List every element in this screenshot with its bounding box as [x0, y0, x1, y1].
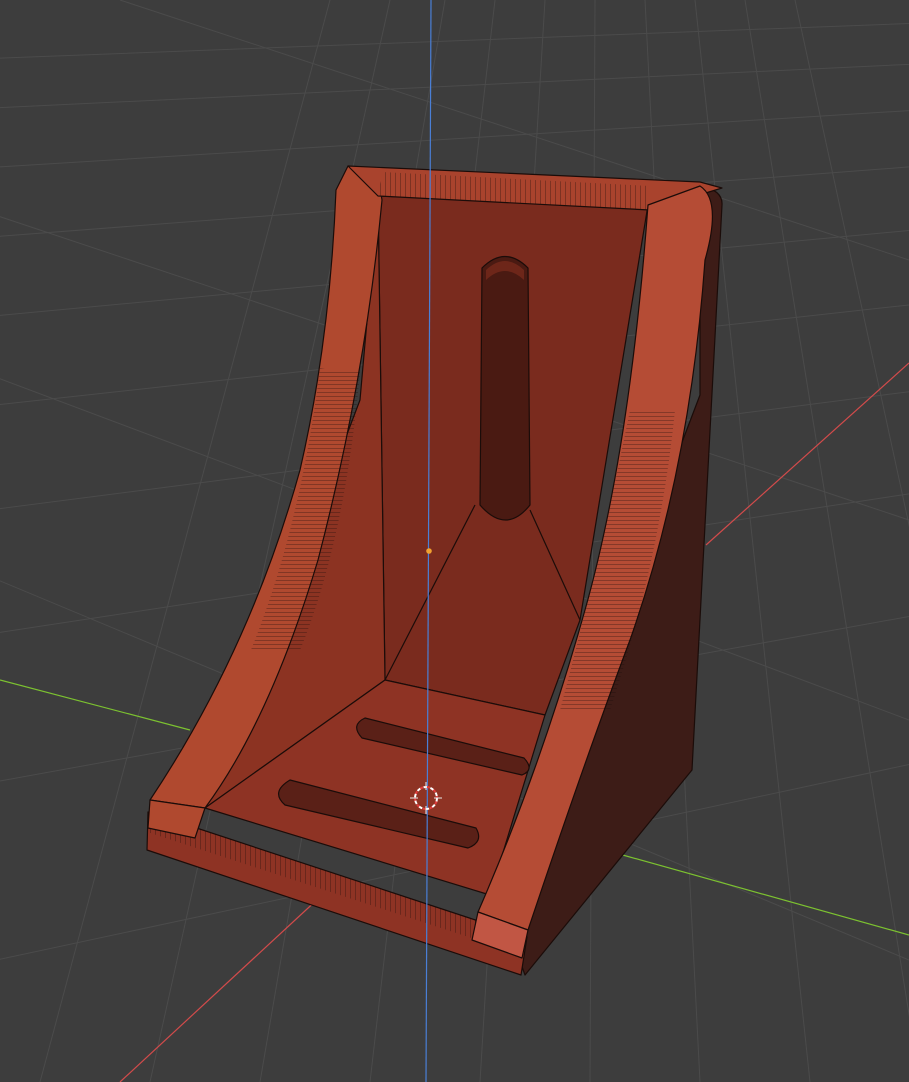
- back-wall-slot[interactable]: [479, 255, 531, 521]
- viewport-canvas[interactable]: [0, 0, 909, 1082]
- y-axis-line: [0, 679, 191, 731]
- object-origin-icon[interactable]: [426, 548, 432, 554]
- 3d-viewport[interactable]: [0, 0, 909, 1082]
- bracket-mesh[interactable]: [146, 165, 723, 976]
- y-axis-line-near: [611, 851, 909, 936]
- x-axis-line: [119, 896, 321, 1082]
